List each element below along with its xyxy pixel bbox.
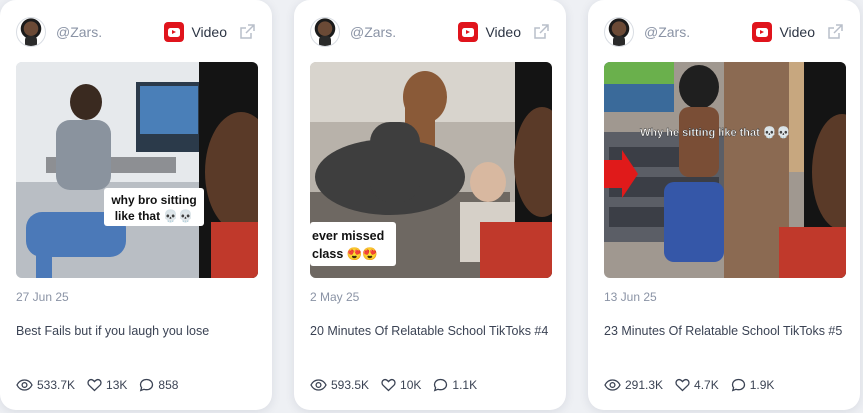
comments-stat: 1.1K — [433, 378, 477, 392]
card-header: @Zars. Video — [310, 16, 550, 48]
source-label: Video — [191, 24, 227, 40]
post-title[interactable]: Best Fails but if you laugh you lose — [16, 323, 256, 340]
author-handle[interactable]: @Zars. — [644, 24, 690, 40]
svg-text:why bro sitting: why bro sitting — [110, 193, 196, 207]
post-date: 2 May 25 — [310, 290, 360, 304]
views-count: 593.5K — [331, 378, 370, 392]
likes-count: 13K — [106, 378, 128, 392]
avatar[interactable] — [604, 17, 634, 47]
comments-count: 858 — [158, 378, 179, 392]
video-caption: Why he sitting like that 💀💀 — [640, 126, 791, 139]
author-handle[interactable]: @Zars. — [56, 24, 102, 40]
video-thumbnail[interactable]: ever missed class 😍😍 — [310, 62, 552, 278]
likes-stat: 13K — [87, 378, 127, 392]
avatar[interactable] — [310, 17, 340, 47]
external-link-icon[interactable] — [238, 23, 256, 41]
avatar[interactable] — [16, 17, 46, 47]
likes-stat: 4.7K — [675, 378, 719, 392]
card-header: @Zars. Video — [604, 16, 844, 48]
source-info: Video — [458, 22, 550, 42]
external-link-icon[interactable] — [532, 23, 550, 41]
views-stat: 533.7K — [16, 378, 75, 392]
heart-icon — [381, 378, 396, 392]
engagement-stats: 533.7K 13K 858 — [16, 376, 190, 394]
post-card[interactable]: @Zars. Video Why he sitting like that 💀💀… — [588, 0, 860, 410]
eye-icon — [604, 379, 621, 391]
author-handle[interactable]: @Zars. — [350, 24, 396, 40]
views-stat: 291.3K — [604, 378, 663, 392]
comments-count: 1.9K — [749, 378, 775, 392]
eye-icon — [16, 379, 33, 391]
video-caption: ever missed class 😍😍 — [310, 222, 396, 266]
views-count: 291.3K — [625, 378, 664, 392]
source-label: Video — [779, 24, 815, 40]
source-info: Video — [752, 22, 844, 42]
post-date: 13 Jun 25 — [604, 290, 657, 304]
heart-icon — [87, 378, 102, 392]
comment-icon — [434, 378, 448, 392]
likes-count: 4.7K — [694, 378, 719, 392]
youtube-icon — [752, 22, 773, 42]
video-thumbnail[interactable]: Why he sitting like that 💀💀 — [604, 62, 846, 278]
post-title[interactable]: 23 Minutes Of Relatable School TikToks #… — [604, 323, 844, 340]
post-date: 27 Jun 25 — [16, 290, 69, 304]
youtube-icon — [458, 22, 479, 42]
likes-stat: 10K — [381, 378, 421, 392]
comment-icon — [140, 378, 154, 392]
video-thumbnail[interactable]: why bro sitting like that 💀💀 — [16, 62, 258, 278]
external-link-icon[interactable] — [826, 23, 844, 41]
svg-text:ever missed: ever missed — [312, 229, 384, 243]
youtube-icon — [164, 22, 185, 42]
svg-text:like that 💀💀: like that 💀💀 — [115, 209, 194, 223]
source-label: Video — [485, 24, 521, 40]
post-card[interactable]: @Zars. Video ever missed class 😍😍 2 May … — [294, 0, 566, 410]
comment-icon — [731, 378, 745, 392]
svg-text:class 😍😍: class 😍😍 — [312, 247, 378, 261]
post-title[interactable]: 20 Minutes Of Relatable School TikToks #… — [310, 323, 550, 340]
views-count: 533.7K — [37, 378, 76, 392]
engagement-stats: 291.3K 4.7K 1.9K — [604, 376, 786, 394]
card-header: @Zars. Video — [16, 16, 256, 48]
views-stat: 593.5K — [310, 378, 369, 392]
likes-count: 10K — [400, 378, 422, 392]
comments-count: 1.1K — [452, 378, 478, 392]
source-info: Video — [164, 22, 256, 42]
eye-icon — [310, 379, 327, 391]
engagement-stats: 593.5K 10K 1.1K — [310, 376, 489, 394]
comments-stat: 858 — [139, 378, 178, 392]
heart-icon — [675, 378, 690, 392]
comments-stat: 1.9K — [731, 378, 775, 392]
post-card[interactable]: @Zars. Video why bro sitting like that 💀… — [0, 0, 272, 410]
svg-text:Why he sitting like that 💀💀: Why he sitting like that 💀💀 — [640, 126, 790, 139]
video-caption: why bro sitting like that 💀💀 — [104, 188, 204, 226]
